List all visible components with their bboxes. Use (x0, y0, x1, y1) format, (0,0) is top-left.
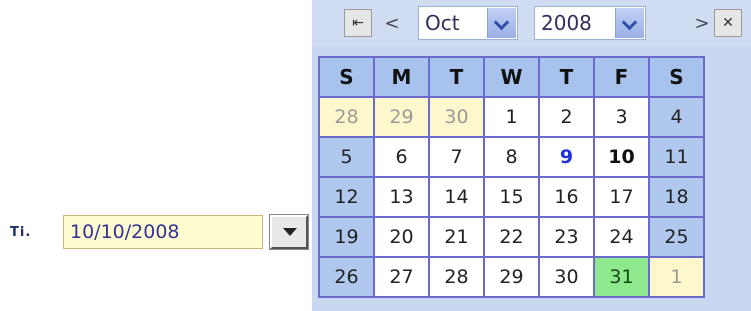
weekday-header: S (318, 56, 375, 98)
calendar-day[interactable]: 30 (538, 256, 595, 298)
calendar-day[interactable]: 17 (593, 176, 650, 218)
calendar-day[interactable]: 31 (593, 256, 650, 298)
calendar-week-row: 19 20 21 22 23 24 25 (318, 216, 705, 258)
calendar-day[interactable]: 3 (593, 96, 650, 138)
calendar-header: ⇤ < Oct 2008 > ✕ (312, 0, 751, 47)
calendar-day[interactable]: 8 (483, 136, 540, 178)
chevron-down-icon[interactable] (615, 8, 644, 38)
weekday-header: T (428, 56, 485, 98)
calendar-day[interactable]: 23 (538, 216, 595, 258)
calendar-day[interactable]: 1 (483, 96, 540, 138)
calendar-day[interactable]: 29 (373, 96, 430, 138)
calendar-day[interactable]: 18 (648, 176, 705, 218)
date-input[interactable]: 10/10/2008 (63, 215, 263, 249)
weekday-header: F (593, 56, 650, 98)
next-month-button[interactable]: > (692, 9, 712, 37)
calendar-day[interactable]: 6 (373, 136, 430, 178)
weekday-header: M (373, 56, 430, 98)
calendar-day[interactable]: 10 (593, 136, 650, 178)
calendar-day[interactable]: 4 (648, 96, 705, 138)
calendar-day[interactable]: 7 (428, 136, 485, 178)
month-select[interactable]: Oct (418, 6, 518, 40)
prev-month-button[interactable]: < (382, 9, 402, 37)
calendar-day[interactable]: 9 (538, 136, 595, 178)
calendar-day[interactable]: 19 (318, 216, 375, 258)
calendar-day[interactable]: 20 (373, 216, 430, 258)
calendar-day[interactable]: 5 (318, 136, 375, 178)
calendar-day[interactable]: 12 (318, 176, 375, 218)
calendar-day[interactable]: 28 (318, 96, 375, 138)
calendar-day[interactable]: 28 (428, 256, 485, 298)
chevron-down-icon (283, 228, 297, 236)
close-button[interactable]: ✕ (714, 9, 742, 37)
calendar-dropdown-button[interactable] (270, 215, 308, 249)
weekday-header: S (648, 56, 705, 98)
year-select[interactable]: 2008 (534, 6, 646, 40)
year-value: 2008 (541, 11, 592, 35)
calendar-day[interactable]: 26 (318, 256, 375, 298)
calendar-day[interactable]: 15 (483, 176, 540, 218)
calendar-day[interactable]: 22 (483, 216, 540, 258)
calendar-day[interactable]: 27 (373, 256, 430, 298)
calendar-popup: ⇤ < Oct 2008 > ✕ SMTWTFS 28 29 30 1 2 3 4 5 6 7 8 9… (312, 0, 751, 311)
calendar-grid: SMTWTFS 28 29 30 1 2 3 4 5 6 7 8 9 10 11 12 13 14 15 16 17 1… (318, 56, 705, 298)
calendar-day[interactable]: 16 (538, 176, 595, 218)
month-value: Oct (425, 11, 460, 35)
calendar-week-row: 26 27 28 29 30 31 1 (318, 256, 705, 298)
calendar-day[interactable]: 21 (428, 216, 485, 258)
calendar-weeks: 28 29 30 1 2 3 4 5 6 7 8 9 10 11 12 13 14 15 16 17 18 19 20 21 2… (318, 96, 705, 298)
date-field-label: Ti. (10, 225, 32, 240)
first-page-button[interactable]: ⇤ (344, 9, 372, 37)
calendar-week-row: 28 29 30 1 2 3 4 (318, 96, 705, 138)
calendar-day[interactable]: 29 (483, 256, 540, 298)
weekday-header: W (483, 56, 540, 98)
calendar-day[interactable]: 25 (648, 216, 705, 258)
calendar-day[interactable]: 13 (373, 176, 430, 218)
calendar-week-row: 5 6 7 8 9 10 11 (318, 136, 705, 178)
calendar-week-row: 12 13 14 15 16 17 18 (318, 176, 705, 218)
calendar-day[interactable]: 14 (428, 176, 485, 218)
weekday-header-row: SMTWTFS (318, 56, 705, 98)
calendar-day[interactable]: 2 (538, 96, 595, 138)
chevron-down-icon[interactable] (487, 8, 516, 38)
calendar-day[interactable]: 24 (593, 216, 650, 258)
calendar-day[interactable]: 30 (428, 96, 485, 138)
weekday-header: T (538, 56, 595, 98)
calendar-day[interactable]: 11 (648, 136, 705, 178)
calendar-day[interactable]: 1 (648, 256, 705, 298)
